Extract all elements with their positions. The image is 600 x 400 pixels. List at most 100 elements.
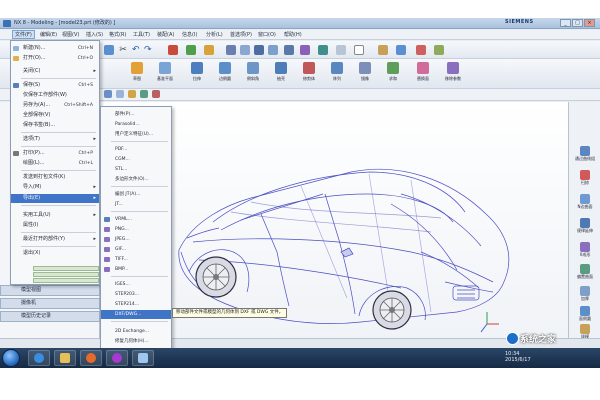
- export-author-jt-item[interactable]: 编创 JT(A)...: [101, 190, 171, 199]
- file-exit-item[interactable]: 退出(X): [11, 249, 99, 258]
- export-cgm-item[interactable]: CGM...: [101, 155, 171, 164]
- export-stl-item[interactable]: STL...: [101, 165, 171, 174]
- swept-button[interactable]: 扫掠: [571, 170, 599, 186]
- taskbar-app-button[interactable]: [132, 350, 154, 366]
- thicken-button[interactable]: 加厚: [571, 286, 599, 302]
- file-properties-item[interactable]: 属性(I): [11, 221, 99, 230]
- wcs-icon[interactable]: [378, 45, 388, 55]
- export-udf-item[interactable]: 用户定义特征(U)...: [101, 130, 171, 139]
- taskbar-explorer-button[interactable]: [54, 350, 76, 366]
- list-item[interactable]: [33, 278, 99, 283]
- start-icon[interactable]: [104, 45, 114, 55]
- file-options-item[interactable]: 选项(T) ▸: [11, 135, 99, 144]
- undo-icon[interactable]: ↶: [132, 45, 142, 55]
- taskbar-nx-button[interactable]: [106, 350, 128, 366]
- display-icon[interactable]: [336, 45, 346, 55]
- trim-body-button[interactable]: 修剪体: [296, 62, 322, 86]
- fit-view-icon[interactable]: [240, 45, 250, 55]
- export-jpeg-item[interactable]: JPEG...: [101, 235, 171, 244]
- export-iges-item[interactable]: IGES...: [101, 280, 171, 289]
- menu-insert[interactable]: 插入(S): [84, 31, 105, 38]
- file-import-item[interactable]: 导入(M) ▸: [11, 183, 99, 192]
- list-item[interactable]: [33, 272, 99, 277]
- file-open-item[interactable]: 打开(O)... Ctrl+O: [11, 54, 99, 63]
- export-part-item[interactable]: 部件(P)...: [101, 110, 171, 119]
- model-views-row[interactable]: 模型视图: [0, 285, 100, 296]
- mirror-button[interactable]: 镜像: [352, 62, 378, 86]
- file-save-item[interactable]: 保存(S) Ctrl+S: [11, 81, 99, 90]
- file-print-item[interactable]: 打印(P)... Ctrl+P: [11, 149, 99, 158]
- menu-preferences[interactable]: 首选项(P): [228, 31, 254, 38]
- through-curves-button[interactable]: 通过曲线组: [571, 146, 599, 162]
- export-tiff-item[interactable]: TIFF...: [101, 255, 171, 264]
- measure-icon[interactable]: [416, 45, 426, 55]
- taskbar-media-button[interactable]: [80, 350, 102, 366]
- render-style-icon[interactable]: [300, 45, 310, 55]
- minimize-button[interactable]: _: [560, 19, 571, 27]
- zoom-icon[interactable]: [254, 45, 264, 55]
- file-export-item[interactable]: 导出(E) ▸: [11, 194, 99, 203]
- file-send-package-item[interactable]: 发送到打包文件(K): [11, 173, 99, 182]
- file-close-item[interactable]: 关闭(C) ▸: [11, 67, 99, 76]
- export-step214-item[interactable]: STEP214...: [101, 300, 171, 309]
- list-item[interactable]: [33, 266, 99, 271]
- start-button[interactable]: [2, 349, 20, 367]
- replace-face-button[interactable]: 替换面: [410, 62, 436, 86]
- menu-analysis[interactable]: 分析(L): [204, 31, 225, 38]
- export-gif-item[interactable]: GIF...: [101, 245, 171, 254]
- pan-icon[interactable]: [284, 45, 294, 55]
- snap-point-icon[interactable]: [116, 90, 124, 98]
- menu-file[interactable]: 文件(F): [12, 30, 35, 39]
- n-sided-surface-button[interactable]: N边曲面: [571, 194, 599, 210]
- file-plot-item[interactable]: 绘图(L)... Ctrl+L: [11, 159, 99, 168]
- export-png-item[interactable]: PNG...: [101, 225, 171, 234]
- menu-view[interactable]: 视图(V): [60, 31, 81, 38]
- clock-date[interactable]: 2015/6/17: [505, 357, 531, 363]
- file-recent-parts-item[interactable]: 最近打开的部件(Y) ▸: [11, 235, 99, 244]
- export-polygon-item[interactable]: 多边形文件(O)...: [101, 175, 171, 184]
- menu-edit[interactable]: 编辑(E): [38, 31, 59, 38]
- file-save-bookmark-item[interactable]: 保存书签(B)...: [11, 121, 99, 130]
- file-new-item[interactable]: 新建(N)... Ctrl+N: [11, 44, 99, 53]
- edge-blend-button[interactable]: 边倒圆: [212, 62, 238, 86]
- rotate-icon[interactable]: [268, 45, 278, 55]
- shell-button[interactable]: 抽壳: [268, 62, 294, 86]
- center-icon[interactable]: [152, 90, 160, 98]
- datum-plane-button[interactable]: 基准平面: [152, 62, 178, 86]
- chamfer-button[interactable]: 倒斜角: [240, 62, 266, 86]
- export-2d-exchange-item[interactable]: 2D Exchange...: [101, 327, 171, 336]
- view-orient-icon[interactable]: [226, 45, 236, 55]
- face-blend-button[interactable]: 面倒圆: [571, 306, 599, 322]
- command-finder-icon[interactable]: [204, 45, 214, 55]
- file-save-as-item[interactable]: 另存为(A)... Ctrl+Shift+A: [11, 101, 99, 110]
- pattern-button[interactable]: 阵列: [324, 62, 350, 86]
- export-bmp-item[interactable]: BMP...: [101, 265, 171, 274]
- delete-icon[interactable]: [168, 45, 178, 55]
- export-jt-item[interactable]: JT...: [101, 200, 171, 209]
- taskbar-ie-button[interactable]: [28, 350, 50, 366]
- law-extension-button[interactable]: 规律延伸: [571, 218, 599, 234]
- select-icon[interactable]: [186, 45, 196, 55]
- menu-help[interactable]: 帮助(H): [282, 31, 304, 38]
- offset-surface-button[interactable]: 偏置曲面: [571, 264, 599, 280]
- menu-tools[interactable]: 工具(T): [131, 31, 152, 38]
- unite-button[interactable]: 求和: [380, 62, 406, 86]
- extrude-button[interactable]: 拉伸: [184, 62, 210, 86]
- file-utilities-item[interactable]: 实用工具(U) ▸: [11, 211, 99, 220]
- file-save-all-item[interactable]: 全部保存(V): [11, 111, 99, 120]
- menu-format[interactable]: 格式(R): [107, 31, 128, 38]
- file-save-work-part-item[interactable]: 仅保存工作部件(W): [11, 91, 99, 100]
- color-icon[interactable]: [354, 45, 364, 55]
- model-history-row[interactable]: 模型历史记录: [0, 311, 100, 322]
- export-dxf-dwg-item[interactable]: DXF/DWG...: [101, 310, 171, 319]
- maximize-button[interactable]: □: [572, 19, 583, 27]
- x-form-button[interactable]: X成形: [571, 242, 599, 258]
- midpoint-icon[interactable]: [140, 90, 148, 98]
- sketch-button[interactable]: 草图: [124, 62, 150, 86]
- export-parasolid-item[interactable]: Parasolid...: [101, 120, 171, 129]
- menu-info[interactable]: 信息(I): [180, 31, 199, 38]
- layer-icon[interactable]: [318, 45, 328, 55]
- close-button[interactable]: ×: [584, 19, 595, 27]
- menu-assembly[interactable]: 装配(A): [155, 31, 176, 38]
- export-vrml-item[interactable]: VRML...: [101, 215, 171, 224]
